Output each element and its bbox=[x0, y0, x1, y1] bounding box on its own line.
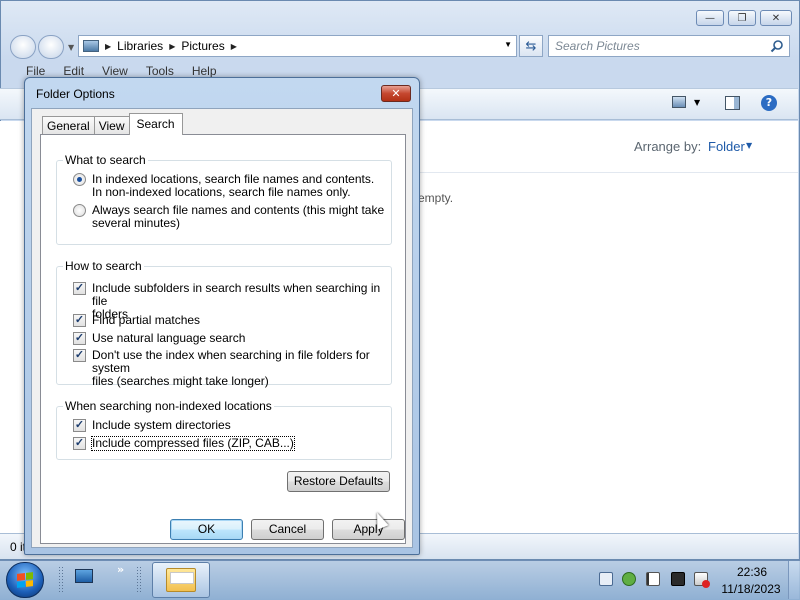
show-desktop-quicklaunch-icon[interactable] bbox=[75, 569, 93, 583]
radio-button[interactable] bbox=[73, 173, 86, 186]
recent-pages-chevron-icon[interactable]: ▼ bbox=[68, 43, 74, 52]
how-to-search-group: How to search ✓ Include subfolders in se… bbox=[56, 260, 392, 388]
group-label: How to search bbox=[63, 259, 144, 273]
libraries-icon bbox=[83, 40, 99, 52]
tab-strip: General View Search bbox=[42, 113, 183, 135]
search-icon[interactable] bbox=[770, 39, 784, 53]
checkbox[interactable]: ✓ bbox=[73, 349, 86, 362]
breadcrumb-pictures[interactable]: Pictures bbox=[181, 39, 224, 53]
arrange-by-dropdown[interactable]: Folder bbox=[708, 139, 745, 154]
taskbar-grip[interactable] bbox=[136, 566, 142, 594]
minimize-button[interactable]: — bbox=[696, 10, 724, 26]
change-view-icon[interactable] bbox=[672, 96, 686, 108]
checkbox-natural-language[interactable]: ✓ Use natural language search bbox=[73, 332, 245, 345]
group-label: What to search bbox=[63, 153, 148, 167]
checkbox-dont-use-index[interactable]: ✓ Don't use the index when searching in … bbox=[73, 349, 391, 388]
close-button[interactable]: ✕ bbox=[760, 10, 792, 26]
show-desktop-button[interactable] bbox=[788, 561, 799, 599]
checkbox[interactable]: ✓ bbox=[73, 314, 86, 327]
close-icon: ✕ bbox=[391, 87, 401, 100]
radio-option-always[interactable]: Always search file names and contents (t… bbox=[73, 204, 384, 230]
option-label: Find partial matches bbox=[92, 313, 201, 327]
checkbox[interactable]: ✓ bbox=[73, 419, 86, 432]
radio-option-indexed[interactable]: In indexed locations, search file names … bbox=[73, 173, 374, 199]
preview-pane-icon[interactable] bbox=[725, 96, 740, 110]
search-input[interactable]: Search Pictures bbox=[548, 35, 790, 57]
restore-defaults-button[interactable]: Restore Defaults bbox=[287, 471, 390, 492]
checkbox[interactable]: ✓ bbox=[73, 282, 86, 295]
checkbox-compressed-files[interactable]: ✓ Include compressed files (ZIP, CAB...) bbox=[73, 436, 295, 451]
folder-icon bbox=[166, 568, 196, 592]
option-label: files (searches might take longer) bbox=[92, 374, 269, 388]
clock-time[interactable]: 22:36 bbox=[722, 565, 782, 579]
tab-general[interactable]: General bbox=[42, 116, 95, 135]
option-label: In non-indexed locations, search file na… bbox=[92, 185, 351, 199]
dialog-close-button[interactable]: ✕ bbox=[381, 85, 411, 102]
clock-date[interactable]: 11/18/2023 bbox=[716, 582, 786, 596]
group-label: When searching non-indexed locations bbox=[63, 399, 274, 413]
checkbox-partial-matches[interactable]: ✓ Find partial matches bbox=[73, 314, 200, 327]
option-label: Include subfolders in search results whe… bbox=[92, 281, 381, 308]
breadcrumb-arrow-icon[interactable]: ▶ bbox=[105, 42, 111, 51]
non-indexed-group: When searching non-indexed locations ✓ I… bbox=[56, 400, 392, 460]
refresh-icon: ⇆ bbox=[525, 38, 537, 54]
arrange-by-label: Arrange by: bbox=[634, 139, 702, 154]
address-bar[interactable]: ▶ Libraries ▶ Pictures ▶ ▼ bbox=[78, 35, 517, 57]
network-icon[interactable] bbox=[671, 572, 685, 586]
option-label: Use natural language search bbox=[92, 331, 246, 345]
forward-button[interactable] bbox=[38, 35, 64, 59]
volume-muted-icon[interactable] bbox=[694, 572, 710, 588]
checkbox[interactable]: ✓ bbox=[73, 437, 86, 450]
breadcrumb-arrow-icon[interactable]: ▶ bbox=[231, 42, 237, 51]
window-controls: — ❐ ✕ bbox=[696, 10, 792, 26]
back-button[interactable] bbox=[10, 35, 36, 59]
option-label: Include system directories bbox=[92, 418, 231, 432]
address-dropdown-icon[interactable]: ▼ bbox=[504, 40, 512, 49]
ok-button[interactable]: OK bbox=[170, 519, 243, 540]
cancel-button[interactable]: Cancel bbox=[251, 519, 324, 540]
notes-tray-icon[interactable] bbox=[599, 572, 613, 586]
checkbox[interactable]: ✓ bbox=[73, 332, 86, 345]
option-label: Don't use the index when searching in fi… bbox=[92, 348, 370, 375]
tab-search[interactable]: Search bbox=[128, 113, 183, 135]
maximize-button[interactable]: ❐ bbox=[728, 10, 756, 26]
search-tab-panel: What to search In indexed locations, sea… bbox=[40, 134, 406, 544]
tab-view[interactable]: View bbox=[93, 116, 130, 135]
breadcrumb-arrow-icon[interactable]: ▶ bbox=[169, 42, 175, 51]
help-icon[interactable]: ? bbox=[761, 95, 777, 111]
view-dropdown-icon[interactable]: ▼ bbox=[694, 98, 700, 107]
dialog-body: General View Search What to search In in… bbox=[31, 108, 413, 548]
folder-options-dialog: Folder Options ✕ General View Search Wha… bbox=[24, 77, 420, 555]
option-label: several minutes) bbox=[92, 216, 181, 230]
arrange-chevron-down-icon[interactable]: ▼ bbox=[746, 141, 752, 150]
checkbox-system-directories[interactable]: ✓ Include system directories bbox=[73, 419, 231, 432]
action-center-flag-icon[interactable] bbox=[646, 572, 660, 586]
security-tray-icon[interactable] bbox=[622, 572, 636, 586]
breadcrumb-libraries[interactable]: Libraries bbox=[117, 39, 163, 53]
what-to-search-group: What to search In indexed locations, sea… bbox=[56, 154, 392, 245]
apply-button[interactable]: Apply bbox=[332, 519, 405, 540]
quicklaunch-chevron[interactable]: » bbox=[117, 563, 124, 576]
empty-folder-message: empty. bbox=[418, 191, 454, 205]
radio-button[interactable] bbox=[73, 204, 86, 217]
taskbar-grip[interactable] bbox=[58, 566, 64, 594]
option-label: Include compressed files (ZIP, CAB...) bbox=[91, 436, 295, 451]
windows-logo-icon bbox=[17, 572, 33, 588]
dialog-title: Folder Options bbox=[36, 87, 115, 101]
search-placeholder: Search Pictures bbox=[555, 39, 640, 53]
refresh-button[interactable]: ⇆ bbox=[519, 35, 543, 57]
